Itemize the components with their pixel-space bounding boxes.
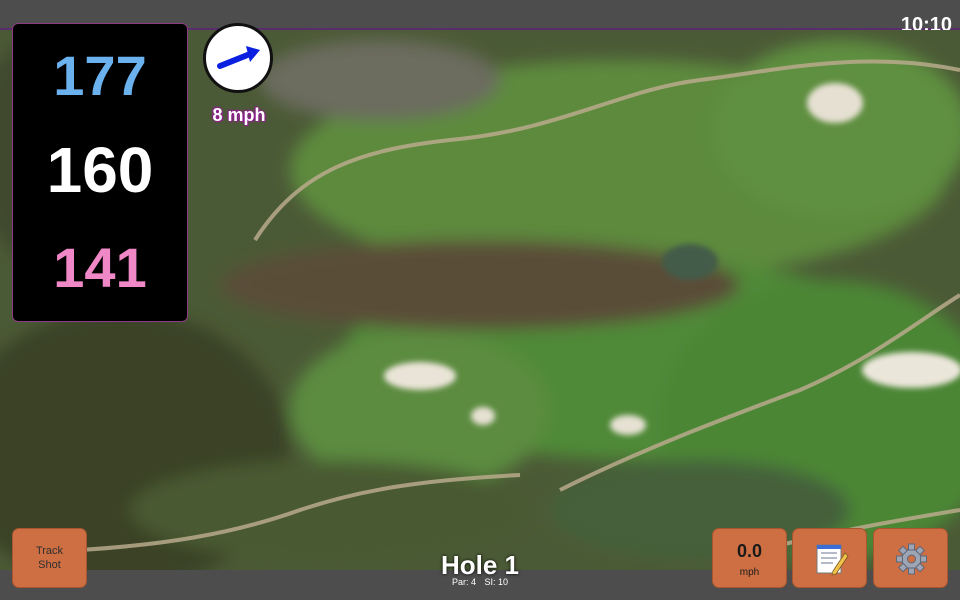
- hole-meta: Par: 4 SI: 10: [380, 577, 580, 587]
- hole-si: SI: 10: [484, 577, 509, 587]
- speed-unit: mph: [739, 567, 760, 578]
- notepad-icon: [816, 544, 849, 576]
- distance-panel: 177 160 141: [12, 23, 188, 322]
- wind-dial: [203, 23, 273, 93]
- settings-button[interactable]: [873, 528, 948, 588]
- middle-distance: 160: [46, 134, 154, 206]
- speed-button[interactable]: 0.0 mph: [712, 528, 787, 588]
- track-shot-label-1: Track: [35, 545, 64, 557]
- track-shot-button[interactable]: Track Shot: [12, 528, 87, 588]
- arrow-right-up-icon: [217, 46, 260, 69]
- wind-speed: 8 mph: [212, 105, 266, 125]
- front-distance: 141: [53, 236, 147, 299]
- track-shot-label-2: Shot: [38, 559, 61, 571]
- hole-par: Par: 4: [451, 577, 476, 587]
- notes-button[interactable]: [792, 528, 867, 588]
- back-distance: 177: [53, 44, 147, 107]
- gear-icon: [896, 543, 927, 575]
- speed-value: 0.0: [736, 541, 763, 561]
